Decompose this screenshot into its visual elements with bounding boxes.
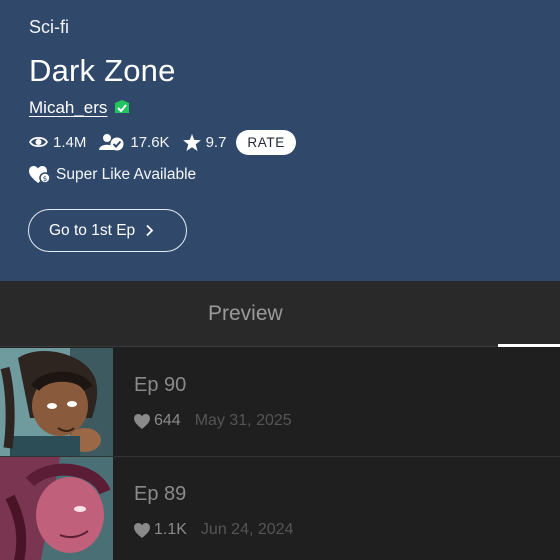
episode-row[interactable]: Ep 89 1.1K Jun 24, 2024 (0, 457, 560, 560)
episode-title: Ep 89 (134, 483, 187, 505)
subscribers-stat: 17.6K (99, 133, 170, 151)
episode-title: Ep 90 (134, 374, 187, 396)
heart-icon (134, 522, 150, 538)
series-header: Sci-fi Dark Zone Micah_ers 1.4M 17.6K 9.… (0, 0, 560, 281)
episode-thumbnail (0, 457, 113, 560)
series-title: Dark Zone (29, 53, 176, 88)
views-count: 1.4M (53, 133, 87, 151)
episode-thumbnail (0, 348, 113, 456)
super-like-heart-icon: $ (29, 166, 51, 184)
author-link[interactable]: Micah_ers (29, 98, 107, 118)
super-like-text: Super Like Available (56, 166, 197, 183)
genre-label[interactable]: Sci-fi (29, 17, 69, 38)
episode-date: Jun 24, 2024 (200, 521, 294, 538)
go-to-first-episode-button[interactable]: Go to 1st Ep (28, 209, 187, 252)
stats-row: 1.4M 17.6K 9.7 RATE (29, 129, 296, 155)
star-icon (182, 133, 201, 151)
rate-button[interactable]: RATE (236, 129, 296, 155)
episode-tabs: Preview (0, 281, 560, 347)
rating-stat: 9.7 (182, 133, 227, 151)
episode-row[interactable]: Ep 90 644 May 31, 2025 (0, 348, 560, 457)
episode-likes: 1.1K (154, 521, 187, 538)
chevron-right-icon (146, 224, 154, 237)
episode-list: Ep 90 644 May 31, 2025 Ep 89 1.1K Jun 24… (0, 348, 560, 560)
episode-meta: 644 May 31, 2025 (134, 412, 292, 430)
eye-icon (29, 136, 48, 148)
episode-date: May 31, 2025 (194, 412, 292, 429)
episode-likes: 644 (154, 412, 181, 429)
author-row: Micah_ers (29, 98, 131, 118)
tab-preview[interactable]: Preview (208, 302, 283, 326)
verified-icon (115, 100, 130, 113)
active-tab-indicator (498, 344, 560, 347)
views-stat: 1.4M (29, 134, 86, 151)
svg-text:$: $ (43, 175, 47, 183)
episode-meta: 1.1K Jun 24, 2024 (134, 521, 293, 539)
go-button-label: Go to 1st Ep (49, 221, 136, 239)
rating-value: 9.7 (205, 133, 227, 151)
subscribers-count: 17.6K (130, 133, 170, 151)
heart-icon (134, 413, 150, 429)
subscribers-icon (99, 134, 124, 151)
super-like-row[interactable]: $ Super Like Available (29, 166, 196, 184)
